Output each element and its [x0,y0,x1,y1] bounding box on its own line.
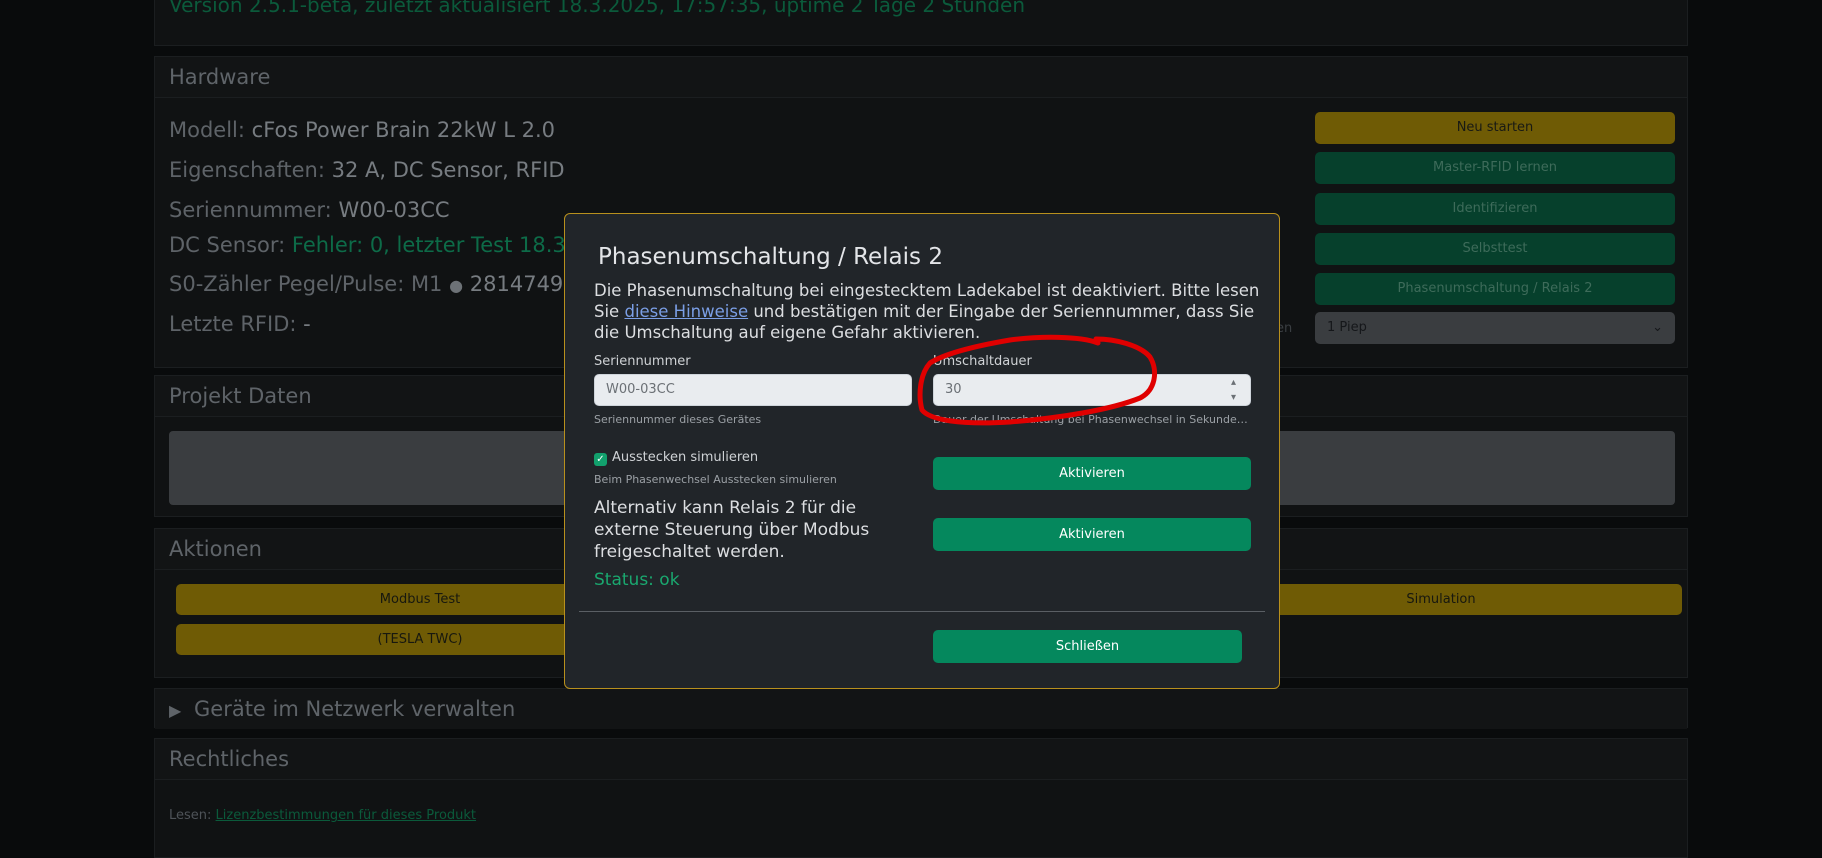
serial-input[interactable]: W00-03CC [594,374,912,406]
legal-card: Rechtliches [154,738,1688,858]
duration-help: Dauer der Umschaltung bei Phasenwechsel … [933,413,1251,426]
dc-value: Fehler: 0, letzter Test 18.3.20 [291,233,600,257]
legal-title: Rechtliches [155,739,1687,780]
s0-line: S0-Zähler Pegel/Pulse: M1 ● 281474976 [169,272,590,296]
model-label: Modell: [169,118,245,142]
duration-input[interactable]: 30 ▴ ▾ [933,374,1251,406]
phase-switch-button[interactable]: Phasenumschaltung / Relais 2 [1315,273,1675,305]
serial-value: W00-03CC [338,198,450,222]
devices-header[interactable]: ▶ Geräte im Netzwerk verwalten [155,689,1687,729]
phase-switch-modal: Phasenumschaltung / Relais 2 Die Phasenu… [564,213,1280,689]
devices-card[interactable]: ▶ Geräte im Netzwerk verwalten [154,688,1688,729]
rfid-line: Letzte RFID: - [169,312,311,336]
beep-select[interactable]: 1 Piep ⌄ [1315,312,1675,344]
legal-read-label: Lesen: [169,808,212,823]
triangle-right-icon: ▶ [169,701,182,720]
serial-label: Seriennummer: [169,198,332,222]
version-card: Version 2.5.1-beta, zuletzt aktualisiert… [154,0,1688,46]
props-label: Eigenschaften: [169,158,325,182]
master-rfid-button[interactable]: Master-RFID lernen [1315,152,1675,184]
simulate-help: Beim Phasenwechsel Ausstecken simulieren [594,473,837,486]
restart-button[interactable]: Neu starten [1315,112,1675,144]
hardware-title: Hardware [155,57,1687,98]
props-line: Eigenschaften: 32 A, DC Sensor, RFID [169,158,565,182]
s0-label: S0-Zähler Pegel/Pulse: M1 [169,272,443,296]
activate-phase-button[interactable]: Aktivieren [933,457,1251,490]
status-text: Status: ok [594,570,680,590]
props-value: 32 A, DC Sensor, RFID [331,158,565,182]
dc-sensor-line: DC Sensor: Fehler: 0, letzter Test 18.3.… [169,233,599,257]
version-text: Version 2.5.1-beta, zuletzt aktualisiert… [169,0,1026,17]
close-button[interactable]: Schließen [933,630,1242,663]
modal-description: Die Phasenumschaltung bei eingestecktem … [594,280,1264,343]
serial-help: Seriennummer dieses Gerätes [594,413,762,426]
model-line: Modell: cFos Power Brain 22kW L 2.0 [169,118,555,142]
rfid-value: - [303,312,311,336]
serial-field-label: Seriennummer [594,354,691,369]
s0-dot-icon: ● [449,276,464,295]
legal-line: Lesen: Lizenzbestimmungen für dieses Pro… [169,808,476,823]
license-link[interactable]: Lizenzbestimmungen für dieses Produkt [216,808,476,823]
beep-select-value: 1 Piep [1327,320,1367,335]
chevron-down-icon: ⌄ [1652,320,1663,335]
model-value: cFos Power Brain 22kW L 2.0 [251,118,555,142]
selftest-button[interactable]: Selbsttest [1315,233,1675,265]
hints-link[interactable]: diese Hinweise [624,302,748,321]
spinner-icon[interactable]: ▴ ▾ [1231,375,1236,405]
serial-line: Seriennummer: W00-03CC [169,198,450,222]
duration-value: 30 [945,382,962,397]
devices-title: Geräte im Netzwerk verwalten [194,697,516,721]
simulate-checkbox[interactable]: ✓ [594,453,607,466]
activate-modbus-button[interactable]: Aktivieren [933,518,1251,551]
identify-button[interactable]: Identifizieren [1315,193,1675,225]
simulate-checkbox-label[interactable]: Ausstecken simulieren [612,450,758,465]
modbus-alt-text: Alternativ kann Relais 2 für die externe… [594,498,870,562]
dc-label: DC Sensor: [169,233,286,257]
modal-title: Phasenumschaltung / Relais 2 [598,244,943,270]
modal-divider [579,611,1265,612]
rfid-label: Letzte RFID: [169,312,297,336]
duration-field-label: Umschaltdauer [933,354,1032,369]
